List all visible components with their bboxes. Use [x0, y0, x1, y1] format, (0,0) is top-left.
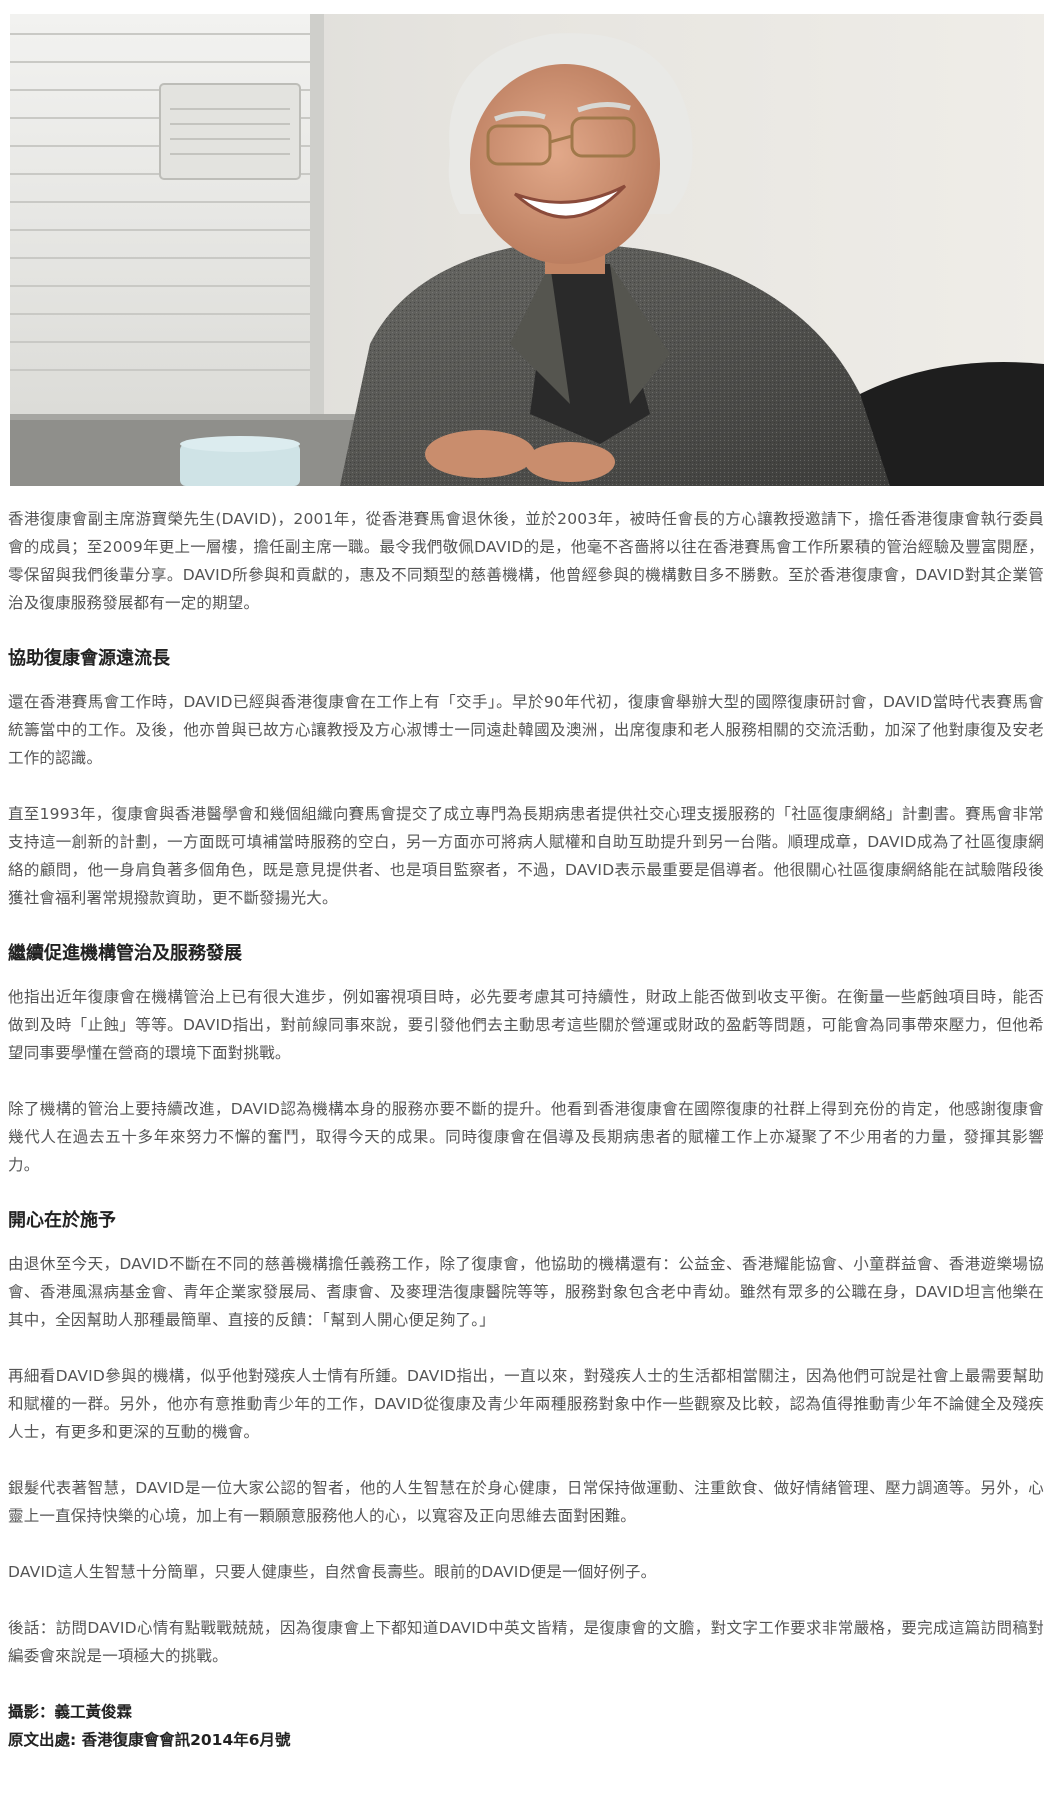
section-heading: 協助復康會源遠流長: [8, 648, 170, 669]
section-paragraph: 由退休至今天，DAVID不斷在不同的慈善機構擔任義務工作，除了復康會，他協助的機…: [8, 1255, 1044, 1329]
section-paragraph: 再細看DAVID參與的機構，似乎他對殘疾人士情有所鍾。DAVID指出，一直以來，…: [8, 1367, 1044, 1441]
intro-paragraph: 香港復康會副主席游寶榮先生(DAVID)，2001年，從香港賽馬會退休後，並於2…: [8, 510, 1044, 612]
section-paragraph: 直至1993年，復康會與香港醫學會和幾個組織向賽馬會提交了成立專門為長期病患者提…: [8, 805, 1044, 907]
section-paragraph: 除了機構的管治上要持續改進，DAVID認為機構本身的服務亦要不斷的提升。他看到香…: [8, 1100, 1044, 1174]
section-paragraph: 後話：訪問DAVID心情有點戰戰兢兢，因為復康會上下都知道DAVID中英文皆精，…: [8, 1619, 1044, 1665]
portrait-illustration: [10, 14, 1044, 486]
section-paragraph: 還在香港賽馬會工作時，DAVID已經與香港復康會在工作上有「交手」。早於90年代…: [8, 693, 1044, 767]
section-paragraph: DAVID這人生智慧十分簡單，只要人健康些，自然會長壽些。眼前的DAVID便是一…: [8, 1563, 657, 1581]
article-body: 香港復康會副主席游寶榮先生(DAVID)，2001年，從香港賽馬會退休後，並於2…: [8, 505, 1044, 1754]
photographer-credit: 攝影：義工黃俊霖: [8, 1703, 133, 1721]
source-credit: 原文出處: 香港復康會會訊2014年6月號: [8, 1731, 291, 1749]
section-paragraph: 銀髮代表著智慧，DAVID是一位大家公認的智者，他的人生智慧在於身心健康，日常保…: [8, 1479, 1044, 1525]
credits: 攝影：義工黃俊霖 原文出處: 香港復康會會訊2014年6月號: [8, 1698, 1044, 1754]
section-heading: 繼續促進機構管治及服務發展: [8, 943, 242, 964]
portrait-photo: [10, 14, 1044, 486]
section-paragraph: 他指出近年復康會在機構管治上已有很大進步，例如審視項目時，必先要考慮其可持續性，…: [8, 988, 1044, 1062]
section-heading: 開心在於施予: [8, 1210, 116, 1231]
